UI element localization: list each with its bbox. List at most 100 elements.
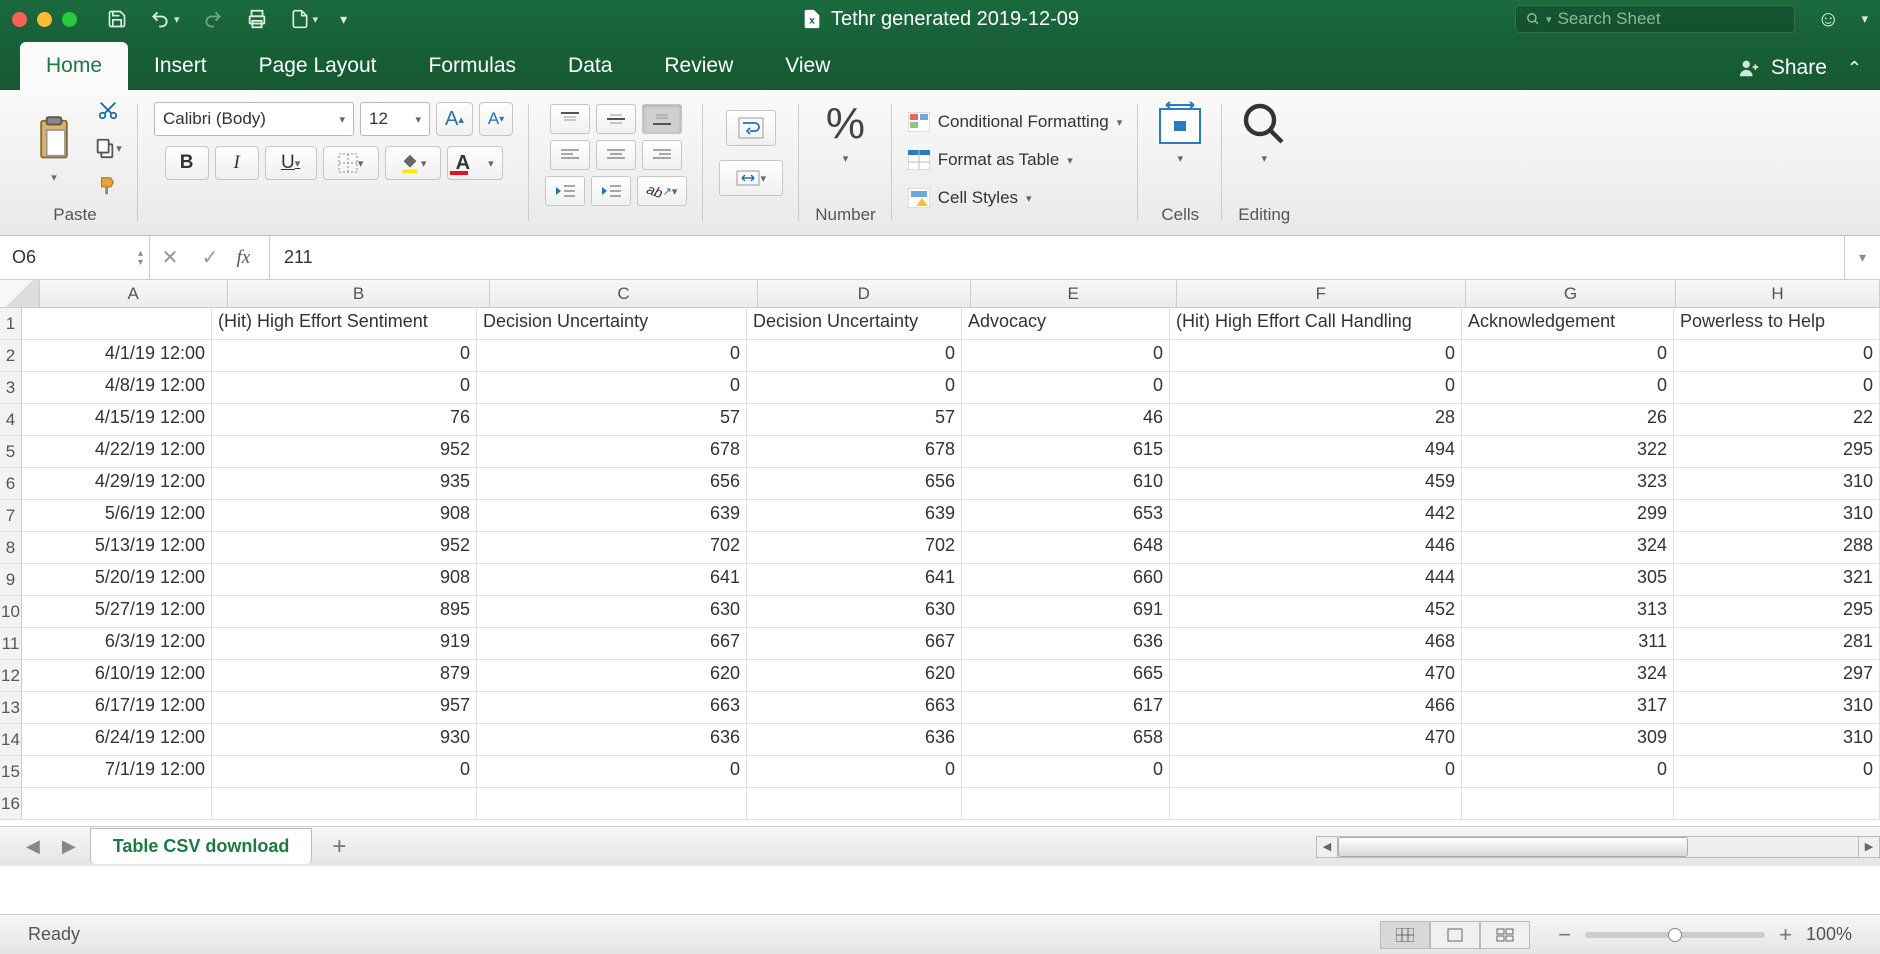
cell[interactable] bbox=[1674, 788, 1880, 820]
cell[interactable]: 935 bbox=[212, 468, 477, 500]
undo-button[interactable]: ▾ bbox=[149, 9, 180, 29]
cell[interactable]: 0 bbox=[747, 340, 962, 372]
cell[interactable]: 309 bbox=[1462, 724, 1674, 756]
cell[interactable]: 0 bbox=[962, 372, 1170, 404]
merge-center-button[interactable]: ▾ bbox=[719, 160, 783, 196]
cell[interactable]: 297 bbox=[1674, 660, 1880, 692]
editing-button[interactable] bbox=[1238, 96, 1290, 152]
sheet-next-button[interactable]: ▶ bbox=[54, 836, 84, 857]
sheet-tab[interactable]: Table CSV download bbox=[90, 828, 313, 864]
cell[interactable]: 0 bbox=[1462, 372, 1674, 404]
cell[interactable] bbox=[22, 788, 212, 820]
cell[interactable]: 895 bbox=[212, 596, 477, 628]
paste-button[interactable] bbox=[28, 113, 80, 169]
cell[interactable]: 908 bbox=[212, 564, 477, 596]
column-header[interactable]: E bbox=[971, 280, 1177, 307]
cell[interactable]: 630 bbox=[477, 596, 747, 628]
cell[interactable]: Decision Uncertainty bbox=[477, 308, 747, 340]
collapse-ribbon-button[interactable]: ⌃ bbox=[1847, 58, 1862, 79]
underline-button[interactable]: U ▾ bbox=[265, 146, 317, 180]
spreadsheet-grid[interactable]: ABCDEFGH 12345678910111213141516 (Hit) H… bbox=[0, 280, 1880, 826]
cell[interactable] bbox=[22, 308, 212, 340]
cell[interactable]: 639 bbox=[477, 500, 747, 532]
cell[interactable]: 317 bbox=[1462, 692, 1674, 724]
cell[interactable]: 702 bbox=[477, 532, 747, 564]
cell[interactable]: 665 bbox=[962, 660, 1170, 692]
cell[interactable]: 919 bbox=[212, 628, 477, 660]
column-header[interactable]: A bbox=[40, 280, 228, 307]
tab-review[interactable]: Review bbox=[638, 42, 759, 90]
cell[interactable]: 288 bbox=[1674, 532, 1880, 564]
align-center-button[interactable] bbox=[596, 140, 636, 170]
cell[interactable]: 6/10/19 12:00 bbox=[22, 660, 212, 692]
cell[interactable]: 323 bbox=[1462, 468, 1674, 500]
cell[interactable] bbox=[477, 788, 747, 820]
cell[interactable]: 466 bbox=[1170, 692, 1462, 724]
cell[interactable]: 46 bbox=[962, 404, 1170, 436]
cell[interactable]: 311 bbox=[1462, 628, 1674, 660]
font-size-select[interactable]: 12▾ bbox=[360, 102, 430, 136]
hscroll-left-button[interactable]: ◀ bbox=[1316, 836, 1338, 858]
cell[interactable]: 667 bbox=[747, 628, 962, 660]
horizontal-scrollbar[interactable]: ◀ ▶ bbox=[1316, 836, 1880, 858]
normal-view-button[interactable] bbox=[1380, 921, 1430, 949]
orientation-button[interactable]: ab↗▾ bbox=[637, 176, 687, 206]
cell[interactable]: 0 bbox=[962, 756, 1170, 788]
cell[interactable]: 295 bbox=[1674, 596, 1880, 628]
cell[interactable]: 324 bbox=[1462, 532, 1674, 564]
row-header[interactable]: 11 bbox=[0, 628, 22, 660]
cell[interactable]: 305 bbox=[1462, 564, 1674, 596]
cell[interactable]: 442 bbox=[1170, 500, 1462, 532]
feedback-button[interactable]: ☺ bbox=[1817, 6, 1839, 32]
cell[interactable]: Powerless to Help bbox=[1674, 308, 1880, 340]
column-header[interactable]: H bbox=[1676, 280, 1880, 307]
cell[interactable]: 617 bbox=[962, 692, 1170, 724]
row-header[interactable]: 3 bbox=[0, 372, 22, 404]
new-file-button[interactable]: ▾ bbox=[290, 8, 319, 30]
row-header[interactable]: 13 bbox=[0, 692, 22, 724]
cell[interactable]: 310 bbox=[1674, 500, 1880, 532]
cell[interactable]: 630 bbox=[747, 596, 962, 628]
cut-button[interactable] bbox=[94, 96, 122, 124]
row-header[interactable]: 10 bbox=[0, 596, 22, 628]
cell[interactable]: 4/15/19 12:00 bbox=[22, 404, 212, 436]
cell[interactable]: 0 bbox=[477, 372, 747, 404]
sheet-prev-button[interactable]: ◀ bbox=[18, 836, 48, 857]
hscroll-track[interactable] bbox=[1338, 836, 1858, 858]
cell[interactable] bbox=[747, 788, 962, 820]
cell[interactable]: 691 bbox=[962, 596, 1170, 628]
cell[interactable]: 313 bbox=[1462, 596, 1674, 628]
cell[interactable]: 0 bbox=[1170, 372, 1462, 404]
page-break-view-button[interactable] bbox=[1480, 921, 1530, 949]
zoom-out-button[interactable]: − bbox=[1558, 922, 1571, 948]
cell[interactable]: 636 bbox=[747, 724, 962, 756]
cell[interactable]: 310 bbox=[1674, 692, 1880, 724]
cell[interactable] bbox=[212, 788, 477, 820]
minimize-window-button[interactable] bbox=[37, 12, 52, 27]
cell[interactable]: 702 bbox=[747, 532, 962, 564]
search-input[interactable] bbox=[1558, 9, 1784, 29]
copy-button[interactable]: ▾ bbox=[94, 134, 122, 162]
zoom-level[interactable]: 100% bbox=[1806, 924, 1852, 945]
cell[interactable]: 5/13/19 12:00 bbox=[22, 532, 212, 564]
cell[interactable]: 446 bbox=[1170, 532, 1462, 564]
tab-page-layout[interactable]: Page Layout bbox=[233, 42, 403, 90]
font-color-button[interactable]: A ▾ bbox=[447, 146, 503, 180]
cell[interactable]: 648 bbox=[962, 532, 1170, 564]
cell[interactable]: 930 bbox=[212, 724, 477, 756]
hscroll-right-button[interactable]: ▶ bbox=[1858, 836, 1880, 858]
cell[interactable]: 957 bbox=[212, 692, 477, 724]
row-header[interactable]: 4 bbox=[0, 404, 22, 436]
tab-formulas[interactable]: Formulas bbox=[403, 42, 543, 90]
cell[interactable]: 5/6/19 12:00 bbox=[22, 500, 212, 532]
tab-data[interactable]: Data bbox=[542, 42, 638, 90]
increase-font-button[interactable]: A▴ bbox=[436, 102, 473, 136]
format-painter-button[interactable] bbox=[94, 172, 122, 200]
cell[interactable]: 639 bbox=[747, 500, 962, 532]
cell[interactable]: 26 bbox=[1462, 404, 1674, 436]
cell[interactable]: 0 bbox=[747, 372, 962, 404]
cell[interactable]: 641 bbox=[747, 564, 962, 596]
cell[interactable]: 281 bbox=[1674, 628, 1880, 660]
cell[interactable]: 908 bbox=[212, 500, 477, 532]
cell[interactable]: Advocacy bbox=[962, 308, 1170, 340]
